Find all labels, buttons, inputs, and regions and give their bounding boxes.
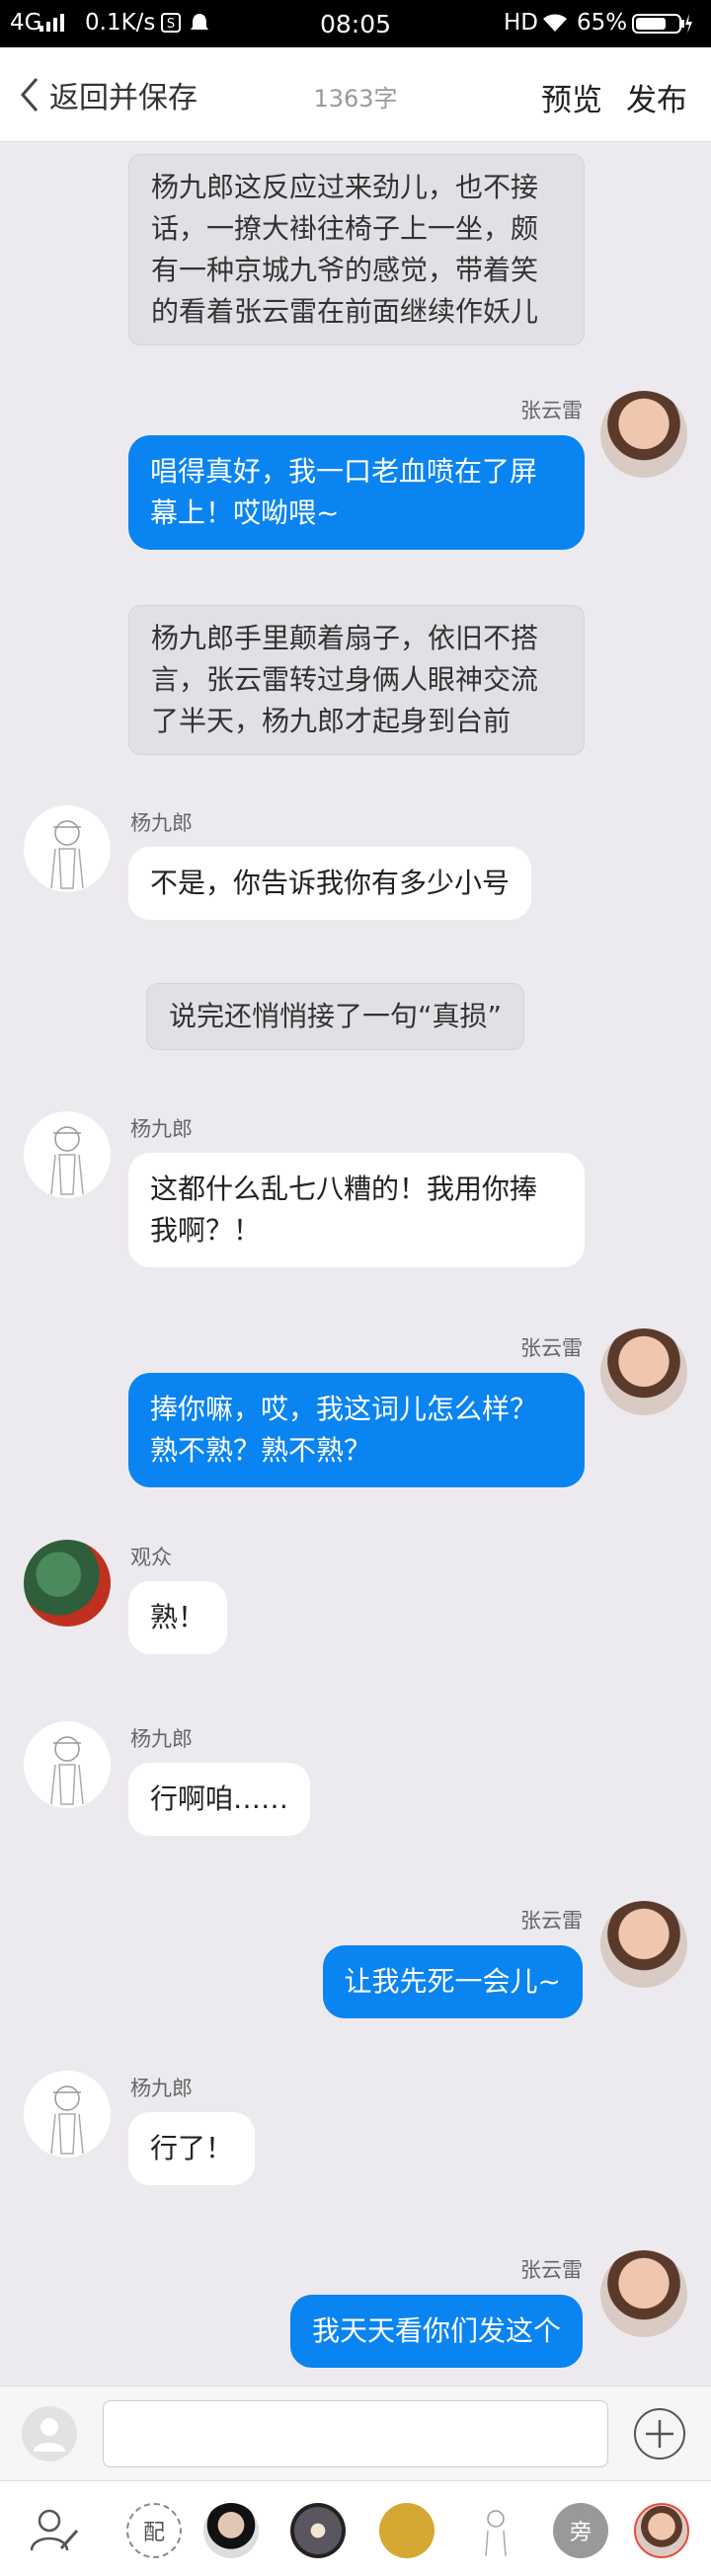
- cast-bar: 配 旁: [0, 2480, 711, 2576]
- cast-avatar[interactable]: [203, 2503, 259, 2558]
- incoming-message: 行啊咱……: [128, 1763, 311, 1836]
- cast-avatar-selected[interactable]: [634, 2503, 689, 2558]
- speaker-name: 杨九郎: [130, 2077, 193, 2100]
- zhang-yunlei-avatar[interactable]: [600, 1901, 687, 1988]
- outgoing-message: 唱得真好，我一口老血喷在了屏幕上！哎呦喂~: [128, 435, 585, 550]
- zhang-yunlei-avatar[interactable]: [600, 2250, 687, 2337]
- outgoing-message: 捧你嘛，哎，我这词儿怎么样？熟不熟？熟不熟？: [128, 1373, 585, 1487]
- current-speaker-avatar[interactable]: [22, 2406, 77, 2462]
- narrator-role-button[interactable]: 旁: [553, 2503, 608, 2558]
- network-type: 4G: [10, 10, 42, 36]
- outgoing-message: 让我先死一会儿~: [322, 1945, 583, 2018]
- yang-jiulang-avatar[interactable]: [24, 2071, 111, 2158]
- input-bar: [0, 2386, 711, 2480]
- incoming-message: 熟！: [128, 1581, 228, 1654]
- manage-roles-icon[interactable]: [26, 2501, 81, 2560]
- incoming-message: 不是，你告诉我你有多少小号: [128, 847, 532, 920]
- speaker-name: 观众: [130, 1546, 172, 1569]
- add-role-button[interactable]: 配: [126, 2503, 182, 2558]
- cast-avatar[interactable]: [468, 2503, 523, 2558]
- speaker-name: 杨九郎: [130, 1117, 193, 1141]
- yang-jiulang-avatar[interactable]: [24, 805, 111, 892]
- incoming-message: 行了！: [128, 2112, 256, 2185]
- publish-button[interactable]: 发布: [626, 75, 687, 119]
- notification-icon: [190, 12, 209, 39]
- speaker-name: 张云雷: [520, 2258, 583, 2282]
- zhang-yunlei-avatar[interactable]: [600, 1328, 687, 1415]
- battery-icon: [632, 13, 693, 40]
- status-bar: 4G 0.1K/s S 08:05 HD 65%: [0, 0, 711, 47]
- plus-icon[interactable]: [634, 2408, 685, 2460]
- speaker-name: 张云雷: [520, 399, 583, 422]
- narrator-label: 旁: [569, 2521, 592, 2545]
- yang-jiulang-avatar[interactable]: [24, 1721, 111, 1808]
- clock: 08:05: [320, 10, 392, 38]
- chat-area[interactable]: 杨九郎这反应过来劲儿，也不接话，一撩大褂往椅子上一坐，颇有一种京城九爷的感觉，带…: [0, 142, 711, 2386]
- narration-message: 说完还悄悄接了一句“真损”: [146, 983, 525, 1050]
- audience-avatar[interactable]: [24, 1540, 111, 1627]
- speaker-name: 张云雷: [520, 1336, 583, 1360]
- zhang-yunlei-avatar[interactable]: [600, 391, 687, 478]
- preview-button[interactable]: 预览: [541, 75, 602, 119]
- yang-jiulang-avatar[interactable]: [24, 1111, 111, 1198]
- message-input[interactable]: [103, 2400, 608, 2467]
- battery-percent: 65%: [577, 10, 628, 36]
- network-speed: 0.1K/s: [85, 10, 156, 36]
- hd-indicator: HD: [504, 10, 539, 36]
- speaker-name: 杨九郎: [130, 1727, 193, 1751]
- sim-icon: S: [161, 13, 181, 38]
- cast-avatar[interactable]: [290, 2503, 346, 2558]
- narration-message: 杨九郎手里颠着扇子，依旧不搭言，张云雷转过身俩人眼神交流了半天，杨九郎才起身到台…: [128, 605, 585, 755]
- wifi-icon: [541, 13, 569, 38]
- incoming-message: 这都什么乱七八糟的！我用你捧我啊？！: [128, 1153, 585, 1267]
- speaker-name: 张云雷: [520, 1909, 583, 1932]
- add-role-label: 配: [142, 2521, 165, 2545]
- svg-text:S: S: [167, 17, 175, 32]
- character-count: 1363字: [313, 85, 398, 113]
- cast-avatar[interactable]: [379, 2503, 434, 2558]
- speaker-name: 杨九郎: [130, 811, 193, 835]
- top-nav-bar: 返回并保存 1363字 预览 发布: [0, 47, 711, 142]
- narration-message: 杨九郎这反应过来劲儿，也不接话，一撩大褂往椅子上一坐，颇有一种京城九爷的感觉，带…: [128, 154, 585, 345]
- outgoing-message: 我天天看你们发这个: [289, 2295, 583, 2368]
- signal-icon: [40, 12, 73, 38]
